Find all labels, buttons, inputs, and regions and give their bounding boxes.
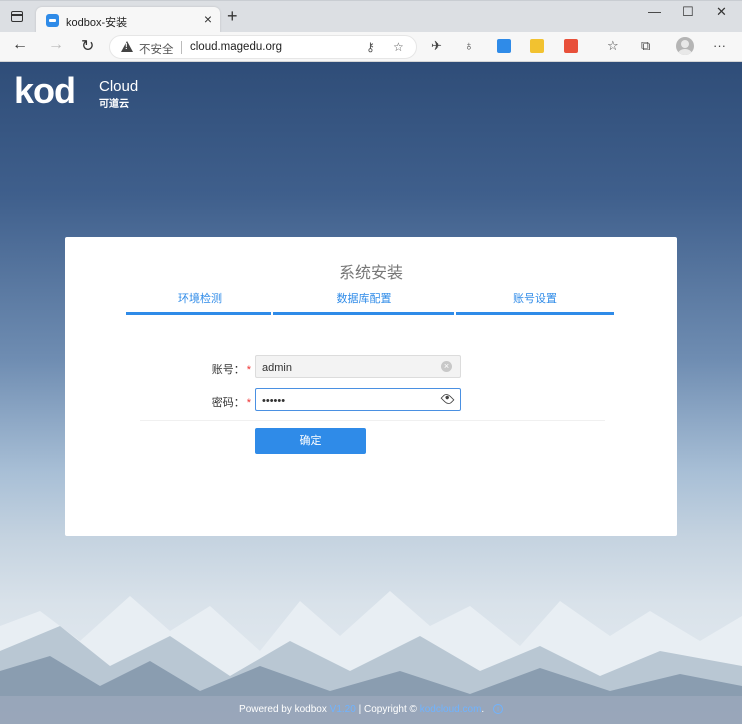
security-status[interactable]: 不安全	[139, 41, 174, 57]
account-label-text: 账号：	[211, 364, 245, 376]
tab-title: kodbox-安装	[66, 17, 128, 29]
footer-dot: .	[481, 704, 485, 715]
maximize-button[interactable]: ☐	[682, 4, 694, 20]
password-label: 密码： *	[197, 394, 251, 410]
mountain-background	[0, 591, 742, 696]
step-database-config[interactable]: 数据库配置	[273, 290, 455, 306]
step-account-setup[interactable]: 账号设置	[455, 290, 615, 306]
logo-kod-text: kod	[14, 70, 76, 111]
step-progress-bar-3	[456, 312, 614, 315]
settings-more-icon[interactable]: ···	[713, 38, 726, 53]
step-progress-bar-1	[126, 312, 271, 315]
clear-icon[interactable]: ×	[441, 361, 452, 372]
add-favorite-icon[interactable]: ☆	[393, 40, 404, 54]
password-value[interactable]: ••••••	[262, 395, 285, 407]
tab-close-icon[interactable]: ×	[204, 11, 212, 27]
kodbox-favicon-icon	[46, 14, 59, 27]
version-text: V1.20	[329, 704, 356, 715]
form-divider	[140, 420, 605, 421]
extension-globe-icon[interactable]: ♁	[464, 38, 474, 53]
page-title: 系统安装	[338, 265, 403, 282]
kodcloud-link[interactable]: kodcloud.com	[420, 704, 482, 715]
confirm-button[interactable]: 确定	[255, 428, 366, 454]
back-button[interactable]: ←	[12, 36, 28, 54]
tab-actions-icon[interactable]	[11, 11, 23, 22]
browser-tab-bar: kodbox-安装 × + — ☐ ✕	[0, 0, 742, 33]
profile-avatar[interactable]	[676, 37, 694, 55]
warning-icon[interactable]	[121, 41, 133, 52]
password-label-text: 密码：	[211, 397, 245, 409]
address-separator	[181, 41, 182, 54]
minimize-button[interactable]: —	[648, 4, 661, 19]
new-tab-button[interactable]: +	[227, 6, 238, 27]
extension-translate-icon[interactable]	[497, 39, 511, 53]
account-value[interactable]: admin	[262, 362, 292, 374]
required-mark: *	[246, 397, 251, 409]
refresh-button[interactable]: ↻	[81, 36, 94, 56]
extension-red-icon[interactable]	[564, 39, 578, 53]
extension-bird-icon[interactable]: ✈	[431, 38, 442, 54]
required-mark: *	[246, 364, 251, 376]
close-window-button[interactable]: ✕	[716, 4, 727, 20]
account-input[interactable]: admin ×	[255, 355, 461, 378]
collections-icon[interactable]: ⧉	[641, 38, 650, 54]
key-icon[interactable]: ⚷	[366, 40, 375, 54]
step-environment-check[interactable]: 环境检测	[127, 290, 273, 306]
extension-emoji-icon[interactable]	[530, 39, 544, 53]
password-input[interactable]: ••••••	[255, 388, 461, 411]
logo-cloud-text: Cloud	[99, 78, 139, 95]
logo-cn-text: 可道云	[99, 99, 129, 110]
info-icon[interactable]: i	[492, 704, 503, 715]
step-progress-bar-2	[273, 312, 454, 315]
copyright-text: Copyright ©	[363, 704, 417, 715]
favorites-icon[interactable]: ☆	[607, 38, 619, 54]
account-label: 账号： *	[197, 361, 251, 377]
address-bar[interactable]: 不安全 cloud.magedu.org ⚷ ☆	[109, 35, 417, 59]
powered-by-text: Powered by kodbox	[239, 704, 327, 715]
browser-toolbar: ← → ↻ 不安全 cloud.magedu.org ⚷ ☆ ✈ ♁ ☆ ⧉ ·…	[0, 32, 742, 62]
footer-separator: |	[358, 704, 362, 715]
footer: Powered by kodbox V1.20 | Copyright © ko…	[0, 696, 742, 724]
forward-button[interactable]: →	[48, 36, 64, 54]
url-text[interactable]: cloud.magedu.org	[190, 41, 282, 53]
show-password-eye-icon[interactable]	[440, 392, 455, 406]
browser-tab[interactable]: kodbox-安装 ×	[36, 7, 220, 33]
install-card: 系统安装 环境检测 数据库配置 账号设置 账号： * admin × 密码： * •…	[65, 237, 677, 536]
page: kod Cloud 可道云 系统安装 环境检测 数据库配置 账号设置 账号： * …	[0, 62, 742, 724]
